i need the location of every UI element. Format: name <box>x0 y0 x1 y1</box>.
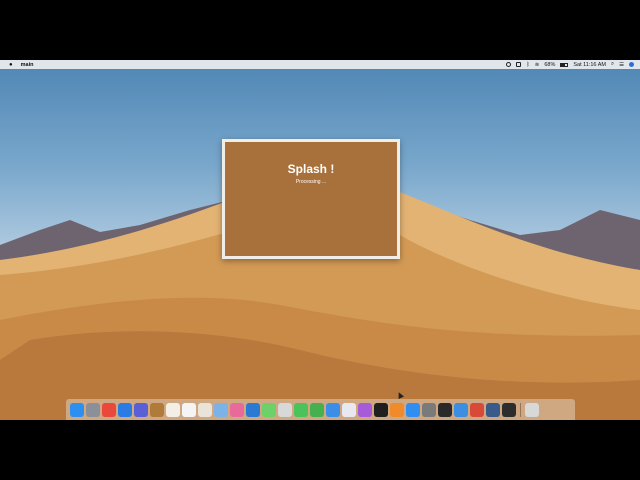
app-name-menu[interactable]: main <box>21 62 34 68</box>
photos-icon[interactable] <box>230 402 244 417</box>
screen-record-icon[interactable] <box>506 62 512 67</box>
quicktime-icon[interactable] <box>486 402 500 417</box>
calendar-icon[interactable] <box>182 402 196 417</box>
xcode-icon[interactable] <box>454 402 468 417</box>
itunes-icon[interactable] <box>342 402 356 417</box>
splash-status: Processing ... <box>295 179 327 185</box>
messages-app-icon[interactable] <box>262 402 276 417</box>
console-icon[interactable] <box>502 402 516 417</box>
podcasts-icon[interactable] <box>358 402 372 417</box>
menu-clock[interactable]: Sat 11:16 AM <box>573 62 606 68</box>
desktop: ● main ᛒ ≋ 68% Sat 11:16 AM ⌕ ☰ Splash !… <box>0 60 640 420</box>
user-list-icon[interactable]: ☰ <box>619 62 624 68</box>
finder-icon[interactable] <box>70 402 84 417</box>
chrome-icon[interactable] <box>102 402 116 417</box>
splash-title: Splash ! <box>287 162 335 176</box>
dock <box>66 399 575 420</box>
instruments-icon[interactable] <box>470 402 484 417</box>
safari-icon[interactable] <box>118 402 132 417</box>
books-icon[interactable] <box>390 402 404 417</box>
battery-icon[interactable] <box>560 62 569 67</box>
status-area: ᛒ ≋ 68% Sat 11:16 AM ⌕ ☰ <box>506 60 634 69</box>
launchpad-icon[interactable] <box>86 402 100 417</box>
bluetooth-icon[interactable]: ᛒ <box>526 62 529 68</box>
siri-icon[interactable] <box>629 62 634 67</box>
keynote-icon[interactable] <box>326 402 340 417</box>
splash-window: Splash ! Processing ... <box>222 139 400 259</box>
apple-tv-icon[interactable] <box>374 402 388 417</box>
numbers-icon[interactable] <box>310 402 324 417</box>
wifi-icon[interactable]: ≋ <box>535 62 540 68</box>
facetime-icon[interactable] <box>294 402 308 417</box>
preview-icon[interactable] <box>214 402 228 417</box>
trash-icon[interactable] <box>525 402 539 417</box>
search-icon[interactable]: ⌕ <box>611 61 614 68</box>
battery-percent[interactable]: 68% <box>544 62 555 68</box>
script-editor-icon[interactable] <box>278 402 292 417</box>
dock-separator <box>520 402 521 417</box>
vscode-icon[interactable] <box>246 402 260 417</box>
system-preferences-icon[interactable] <box>422 402 436 417</box>
contacts-icon[interactable] <box>198 402 212 417</box>
splash-panel: Splash ! Processing ... <box>225 142 397 256</box>
mail-icon[interactable] <box>134 402 148 417</box>
apple-icon[interactable]: ● <box>9 62 13 68</box>
terminal-icon[interactable] <box>438 402 452 417</box>
display-icon[interactable] <box>516 62 522 67</box>
notes-app-icon[interactable] <box>150 402 164 417</box>
text-editor-icon[interactable] <box>166 402 180 417</box>
app-store-icon[interactable] <box>406 402 420 417</box>
menu-bar: ● main ᛒ ≋ 68% Sat 11:16 AM ⌕ ☰ <box>0 60 640 69</box>
